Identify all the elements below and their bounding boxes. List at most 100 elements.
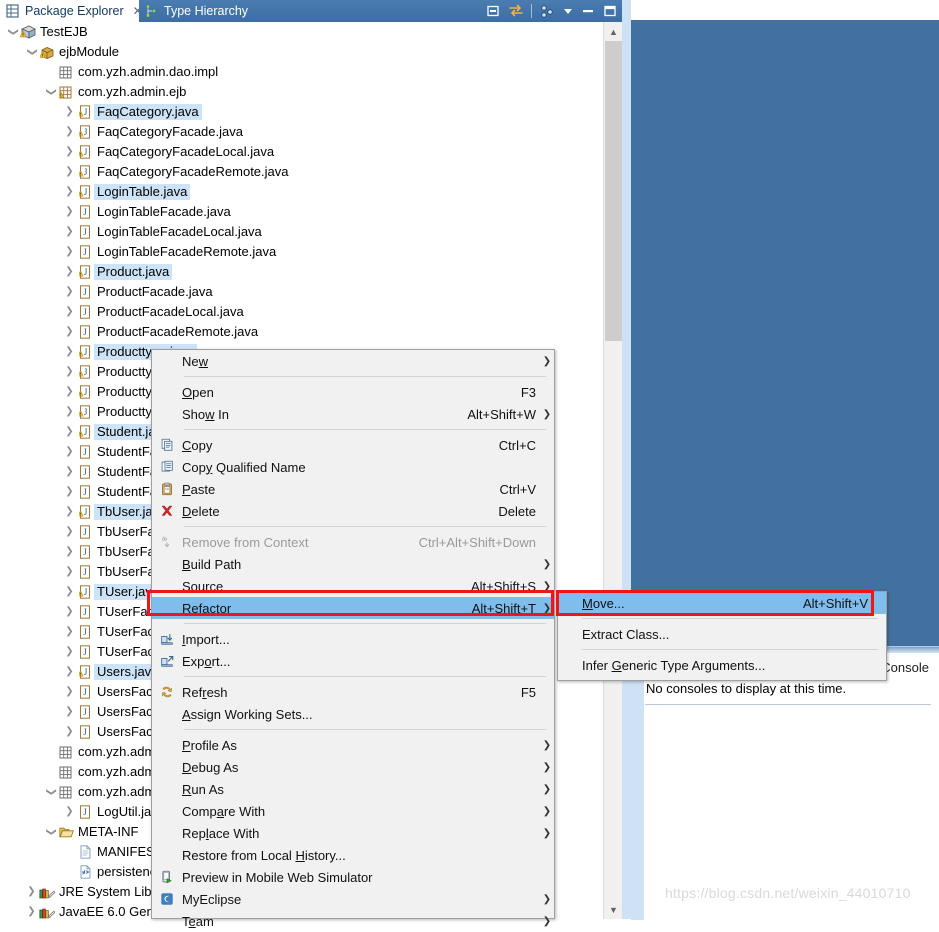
menu-item[interactable]: Team ❯	[152, 910, 554, 932]
menu-item[interactable]: Paste Ctrl+V	[152, 478, 554, 500]
chevron-right-icon[interactable]: ❯	[63, 247, 76, 257]
menu-item[interactable]: Copy Ctrl+C	[152, 434, 554, 456]
chevron-right-icon[interactable]: ❯	[63, 327, 76, 337]
menu-item[interactable]: Assign Working Sets...	[152, 703, 554, 725]
minimize-icon[interactable]	[581, 3, 595, 19]
chevron-right-icon[interactable]: ❯	[63, 687, 76, 697]
menu-item[interactable]: Copy Qualified Name	[152, 456, 554, 478]
menu-item[interactable]: New ❯	[152, 350, 554, 372]
tree-row[interactable]: ❯ J LoginTable.java	[0, 182, 607, 202]
menu-item[interactable]: Debug As ❯	[152, 756, 554, 778]
chevron-right-icon[interactable]: ❯	[63, 107, 76, 117]
tree-row[interactable]: ❯ J Product.java	[0, 262, 607, 282]
chevron-down-icon[interactable]: ❯	[27, 46, 38, 59]
chevron-right-icon[interactable]: ❯	[63, 127, 76, 137]
scroll-down-button[interactable]: ▼	[604, 900, 623, 919]
chevron-right-icon[interactable]: ❯	[63, 727, 76, 737]
tab-package-explorer[interactable]: Package Explorer ✕	[0, 0, 143, 22]
menu-item[interactable]: Compare With ❯	[152, 800, 554, 822]
menu-item[interactable]: Restore from Local History...	[152, 844, 554, 866]
tree-row[interactable]: ❯ com.yzh.admin.ejb	[0, 82, 607, 102]
chevron-right-icon[interactable]: ❯	[25, 907, 38, 917]
menu-item[interactable]: Open F3	[152, 381, 554, 403]
menu-item[interactable]: Run As ❯	[152, 778, 554, 800]
menu-item[interactable]: Build Path ❯	[152, 553, 554, 575]
tree-row[interactable]: ❯ J LoginTableFacadeRemote.java	[0, 242, 607, 262]
menu-item[interactable]: Profile As ❯	[152, 734, 554, 756]
menu-item[interactable]: Replace With ❯	[152, 822, 554, 844]
scroll-up-button[interactable]: ▲	[604, 22, 623, 41]
chevron-right-icon[interactable]: ❯	[63, 647, 76, 657]
tree-vertical-scrollbar[interactable]: ▲ ▼	[603, 22, 623, 919]
chevron-right-icon[interactable]: ❯	[63, 507, 76, 517]
menu-item[interactable]: Show In Alt+Shift+W ❯	[152, 403, 554, 425]
chevron-right-icon[interactable]: ❯	[63, 447, 76, 457]
chevron-right-icon[interactable]: ❯	[63, 667, 76, 677]
tree-row[interactable]: ❯ J FaqCategoryFacadeRemote.java	[0, 162, 607, 182]
chevron-right-icon[interactable]: ❯	[63, 627, 76, 637]
chevron-right-icon[interactable]: ❯	[63, 147, 76, 157]
chevron-right-icon[interactable]: ❯	[63, 387, 76, 397]
chevron-right-icon[interactable]: ❯	[63, 167, 76, 177]
menu-item[interactable]: Refresh F5	[152, 681, 554, 703]
chevron-down-icon[interactable]: ❯	[46, 826, 57, 839]
menu-item[interactable]: Refactor Alt+Shift+T ❯	[152, 597, 554, 619]
tree-row[interactable]: ❯ J FaqCategoryFacadeLocal.java	[0, 142, 607, 162]
refactor-submenu[interactable]: Move... Alt+Shift+V Extract Class... Infer …	[557, 591, 887, 681]
chevron-down-icon[interactable]: ❯	[46, 86, 57, 99]
chevron-right-icon[interactable]: ❯	[63, 347, 76, 357]
menu-item[interactable]: Extract Class...	[558, 623, 886, 645]
chevron-right-icon[interactable]: ❯	[63, 527, 76, 537]
chevron-right-icon[interactable]: ❯	[63, 807, 76, 817]
chevron-right-icon[interactable]: ❯	[63, 307, 76, 317]
chevron-right-icon[interactable]: ❯	[63, 367, 76, 377]
chevron-right-icon[interactable]: ❯	[63, 207, 76, 217]
tree-row[interactable]: ❯ J FaqCategory.java	[0, 102, 607, 122]
tree-row[interactable]: ❯ ejbModule	[0, 42, 607, 62]
chevron-right-icon[interactable]: ❯	[63, 707, 76, 717]
menu-item[interactable]: Preview in Mobile Web Simulator	[152, 866, 554, 888]
tree-row-label: FaqCategoryFacade.java	[97, 124, 243, 139]
chevron-right-icon[interactable]: ❯	[63, 227, 76, 237]
chevron-down-icon[interactable]: ❯	[46, 786, 57, 799]
tree-row[interactable]: ❯ J ProductFacade.java	[0, 282, 607, 302]
tree-row[interactable]: ❯ J ProductFacadeLocal.java	[0, 302, 607, 322]
chevron-right-icon[interactable]: ❯	[63, 187, 76, 197]
chevron-right-icon[interactable]: ❯	[63, 607, 76, 617]
chevron-right-icon[interactable]: ❯	[63, 567, 76, 577]
chevron-right-icon[interactable]: ❯	[63, 587, 76, 597]
scrollbar-thumb[interactable]	[605, 41, 622, 341]
menu-item[interactable]: Infer Generic Type Arguments...	[558, 654, 886, 676]
tree-row[interactable]: ❯ J ProductFacadeRemote.java	[0, 322, 607, 342]
minimize-restore-icon[interactable]	[485, 3, 501, 19]
tree-row[interactable]: ❯ J LoginTableFacade.java	[0, 202, 607, 222]
chevron-right-icon[interactable]: ❯	[63, 407, 76, 417]
menu-item[interactable]: Source Alt+Shift+S ❯	[152, 575, 554, 597]
chevron-down-icon[interactable]: ❯	[8, 26, 19, 39]
tree-row[interactable]: ❯ J FaqCategoryFacade.java	[0, 122, 607, 142]
chevron-right-icon[interactable]: ❯	[63, 547, 76, 557]
tree-row[interactable]: com.yzh.admin.dao.impl	[0, 62, 607, 82]
menu-item[interactable]: Delete Delete	[152, 500, 554, 522]
editor-area[interactable]	[631, 20, 939, 646]
view-menu-chevron-icon[interactable]	[562, 3, 574, 19]
maximize-icon[interactable]	[602, 3, 618, 19]
chevron-right-icon[interactable]: ❯	[63, 487, 76, 497]
chevron-right-icon[interactable]: ❯	[63, 467, 76, 477]
menu-item[interactable]: MyEclipse ❯	[152, 888, 554, 910]
chevron-right-icon[interactable]: ❯	[63, 287, 76, 297]
tab-type-hierarchy[interactable]: Type Hierarchy	[139, 0, 622, 22]
view-menu-hierarchy-icon[interactable]	[539, 3, 555, 19]
chevron-right-icon[interactable]: ❯	[63, 427, 76, 437]
chevron-right-icon[interactable]: ❯	[63, 267, 76, 277]
menu-item[interactable]: Import...	[152, 628, 554, 650]
menu-item-accelerator: Ctrl+C	[498, 437, 536, 453]
tree-row[interactable]: ❯ J LoginTableFacadeLocal.java	[0, 222, 607, 242]
context-menu[interactable]: New ❯ Open F3 Show In Alt+Shift+W ❯ Copy Ctrl+C C…	[151, 349, 555, 929]
menu-item-label: Team	[182, 913, 214, 929]
chevron-right-icon[interactable]: ❯	[25, 887, 38, 897]
tree-row[interactable]: ❯ TestEJB	[0, 22, 607, 42]
menu-item[interactable]: Move... Alt+Shift+V	[558, 592, 886, 614]
link-with-editor-icon[interactable]	[508, 3, 524, 19]
menu-item[interactable]: Export...	[152, 650, 554, 672]
